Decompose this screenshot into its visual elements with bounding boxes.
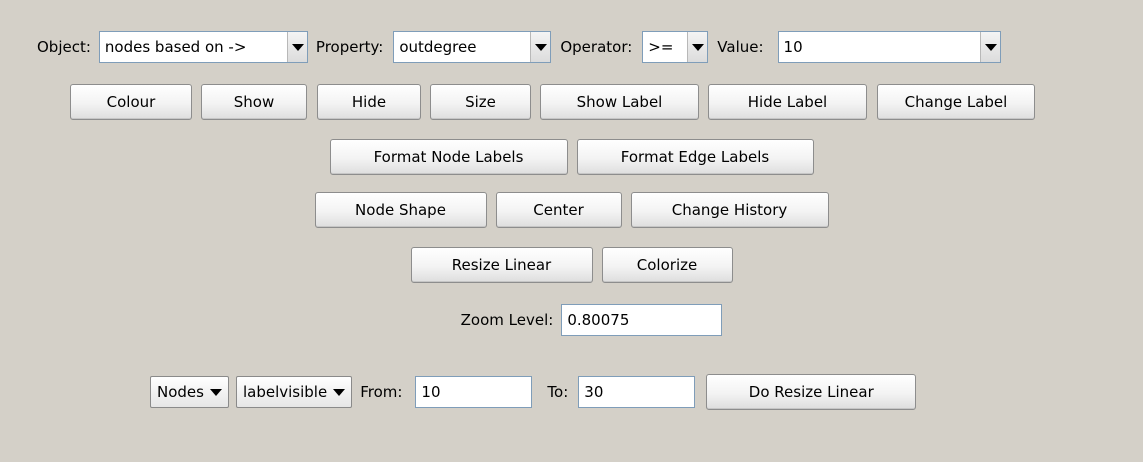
chevron-down-icon <box>333 388 346 396</box>
resize-row: Nodes labelvisible From: 10 To: 30 Do Re… <box>150 374 1138 410</box>
attribute-dropdown[interactable]: labelvisible <box>235 376 353 408</box>
node-shape-button[interactable]: Node Shape <box>314 192 487 228</box>
resize-linear-button[interactable]: Resize Linear <box>410 247 593 283</box>
chevron-down-icon[interactable] <box>687 32 708 62</box>
show-button[interactable]: Show <box>201 84 307 120</box>
chevron-down-icon[interactable] <box>286 32 307 62</box>
actions-row-4: Resize Linear Colorize <box>5 247 1138 283</box>
colorize-button[interactable]: Colorize <box>601 247 733 283</box>
target-dropdown[interactable]: Nodes <box>150 376 229 408</box>
chevron-down-icon <box>209 388 222 396</box>
format-node-labels-button[interactable]: Format Node Labels <box>329 139 568 175</box>
chevron-down-icon[interactable] <box>530 32 551 62</box>
center-button[interactable]: Center <box>495 192 622 228</box>
colour-button[interactable]: Colour <box>70 84 192 120</box>
property-combobox-value: outdegree <box>399 38 477 56</box>
actions-row-2: Format Node Labels Format Edge Labels <box>5 139 1138 175</box>
zoom-level-input[interactable]: 0.80075 <box>561 304 723 336</box>
hide-label-button[interactable]: Hide Label <box>708 84 867 120</box>
zoom-level-label: Zoom Level: <box>460 311 554 329</box>
zoom-row: Zoom Level: 0.80075 <box>45 303 1138 337</box>
show-label-button[interactable]: Show Label <box>540 84 699 120</box>
from-label: From: <box>360 383 403 401</box>
chevron-down-icon[interactable] <box>979 32 1000 62</box>
from-input[interactable]: 10 <box>415 376 533 408</box>
operator-combobox-value: >= <box>648 38 674 56</box>
operator-combobox[interactable]: >= <box>642 31 709 63</box>
filter-row: Object: nodes based on -> Property: outd… <box>37 30 1138 64</box>
operator-label: Operator: <box>560 38 633 56</box>
hide-button[interactable]: Hide <box>317 84 421 120</box>
target-dropdown-value: Nodes <box>157 383 204 401</box>
to-input[interactable]: 30 <box>578 376 696 408</box>
size-button[interactable]: Size <box>430 84 531 120</box>
actions-row-3: Node Shape Center Change History <box>5 192 1138 228</box>
property-label: Property: <box>315 38 384 56</box>
format-edge-labels-button[interactable]: Format Edge Labels <box>576 139 814 175</box>
do-resize-linear-button[interactable]: Do Resize Linear <box>706 374 917 410</box>
control-panel: Object: nodes based on -> Property: outd… <box>5 5 1138 457</box>
value-combobox[interactable]: 10 <box>777 31 1001 63</box>
object-combobox-value: nodes based on -> <box>104 38 247 56</box>
value-combobox-value[interactable]: 10 <box>779 32 980 62</box>
property-combobox[interactable]: outdegree <box>393 31 552 63</box>
attribute-dropdown-value: labelvisible <box>242 383 328 401</box>
change-history-button[interactable]: Change History <box>630 192 829 228</box>
object-combobox[interactable]: nodes based on -> <box>98 31 308 63</box>
value-label: Value: <box>717 38 764 56</box>
object-label: Object: <box>37 38 91 56</box>
change-label-button[interactable]: Change Label <box>877 84 1035 120</box>
actions-row-1: Colour Show Hide Size Show Label Hide La… <box>70 84 1138 120</box>
to-label: To: <box>547 383 569 401</box>
